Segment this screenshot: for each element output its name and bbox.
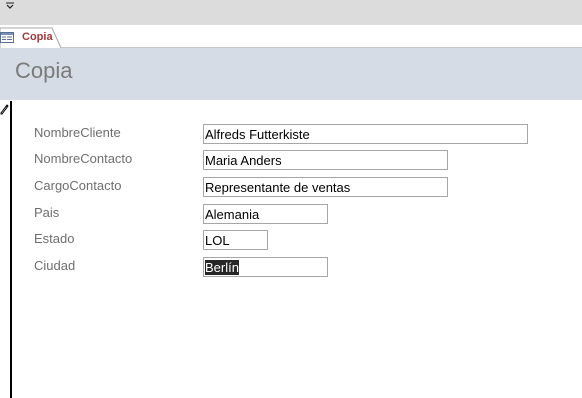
form-title: Copia bbox=[15, 58, 73, 83]
input-nombre-contacto[interactable]: Maria Anders bbox=[203, 150, 448, 170]
input-cargo-contacto[interactable]: Representante de ventas bbox=[203, 177, 448, 197]
input-estado[interactable]: LOL bbox=[203, 230, 268, 250]
input-estado-value: LOL bbox=[205, 233, 230, 248]
form-icon bbox=[0, 32, 14, 43]
label-cargo-contacto: CargoContacto bbox=[34, 178, 122, 193]
tab-label: Copia bbox=[22, 31, 53, 43]
input-pais-value: Alemania bbox=[205, 207, 260, 222]
input-pais[interactable]: Alemania bbox=[203, 204, 328, 224]
document-tab-strip: Copia bbox=[0, 25, 582, 48]
tab-copia[interactable]: Copia bbox=[0, 27, 62, 48]
label-nombre-contacto: NombreContacto bbox=[34, 151, 133, 166]
access-window: Copia Copia NombreCliente Alfreds Futter… bbox=[0, 0, 582, 398]
label-ciudad: Ciudad bbox=[34, 258, 76, 273]
input-ciudad[interactable]: Berlín bbox=[203, 257, 328, 277]
input-nombre-cliente-value: Alfreds Futterkiste bbox=[205, 127, 310, 142]
input-cargo-contacto-value: Representante de ventas bbox=[205, 180, 351, 195]
record-selector[interactable] bbox=[0, 101, 12, 398]
input-nombre-contacto-value: Maria Anders bbox=[205, 153, 282, 168]
form-header: Copia bbox=[0, 48, 582, 100]
input-ciudad-value: Berlín bbox=[205, 260, 239, 275]
chevron-down-icon[interactable] bbox=[5, 1, 15, 11]
input-nombre-cliente[interactable]: Alfreds Futterkiste bbox=[203, 124, 528, 144]
quick-access-toolbar bbox=[0, 0, 582, 25]
label-estado: Estado bbox=[34, 231, 75, 246]
label-nombre-cliente: NombreCliente bbox=[34, 125, 121, 140]
label-pais: Pais bbox=[34, 205, 60, 220]
pencil-icon bbox=[0, 104, 9, 115]
